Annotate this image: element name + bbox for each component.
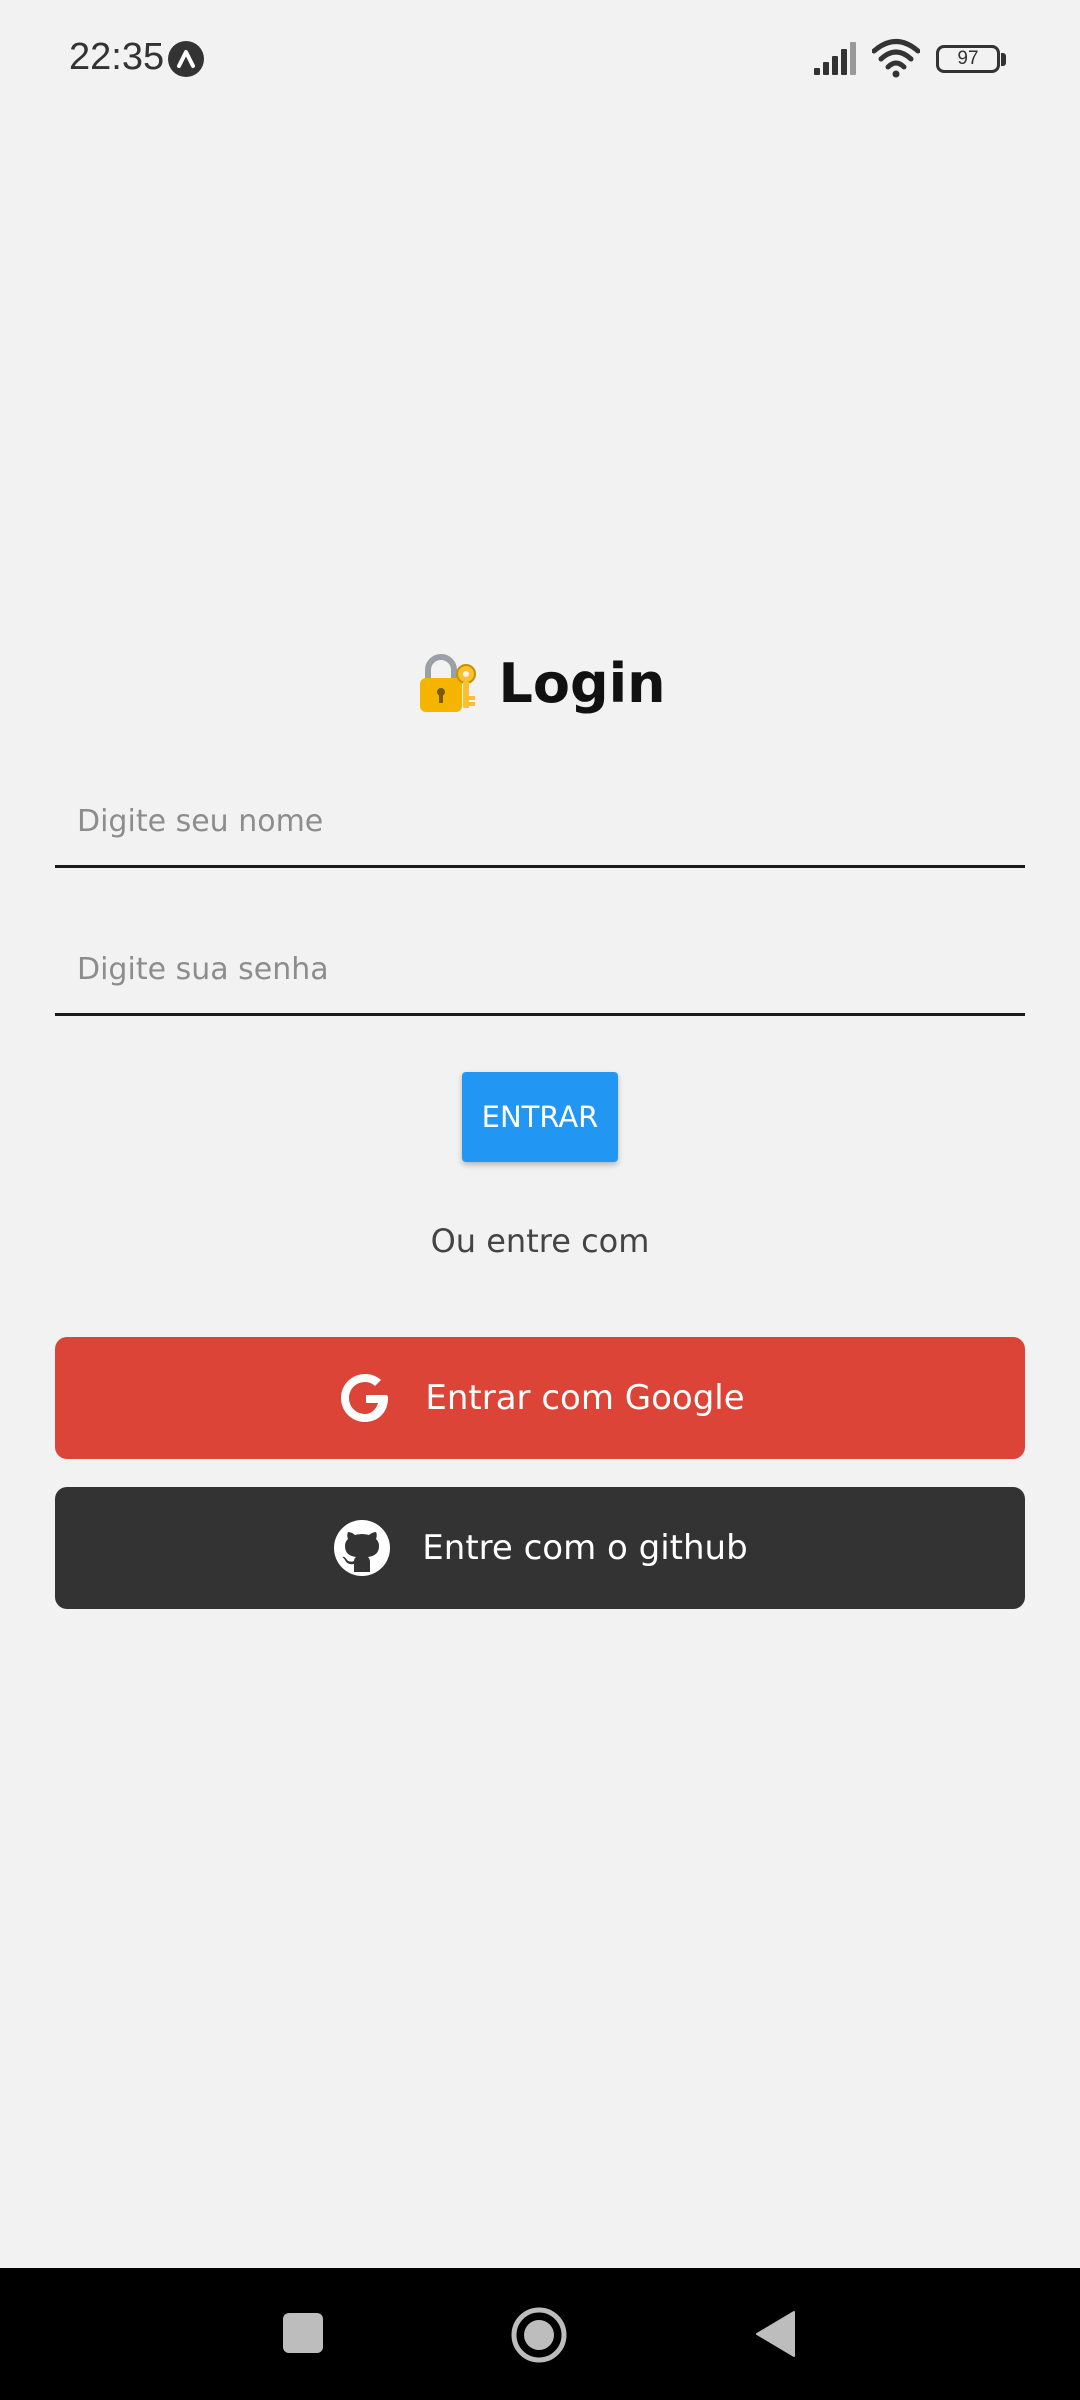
home-circle-icon[interactable]	[510, 2306, 568, 2364]
name-field[interactable]	[55, 778, 1025, 868]
status-bar: 22:35 97	[0, 0, 1080, 120]
github-icon	[334, 1520, 391, 1576]
password-field[interactable]	[55, 926, 1025, 1016]
github-login-button[interactable]: Entre com o github	[55, 1487, 1025, 1609]
signal-icon	[814, 42, 856, 75]
lock-with-key-icon	[420, 654, 477, 712]
page-title-text: Login	[498, 651, 666, 715]
back-triangle-icon[interactable]	[754, 2310, 796, 2358]
entrar-button[interactable]: ENTRAR	[462, 1072, 618, 1162]
google-login-button[interactable]: Entrar com Google	[55, 1337, 1025, 1459]
google-login-label: Entrar com Google	[425, 1378, 745, 1418]
recents-square-icon[interactable]	[282, 2312, 324, 2354]
page-title-wrap: Login	[0, 650, 1080, 720]
wifi-icon	[872, 39, 920, 78]
navigation-bar	[0, 2268, 1080, 2400]
battery-icon: 97	[936, 45, 1000, 73]
password-input[interactable]	[55, 926, 1025, 1013]
divider-text: Ou entre com	[430, 1222, 650, 1260]
github-login-label: Entre com o github	[422, 1528, 748, 1568]
a-badge-icon	[168, 41, 204, 77]
battery-level: 97	[957, 48, 979, 69]
status-time: 22:35	[69, 36, 165, 78]
battery-nub	[1001, 53, 1006, 66]
page-title: Login	[414, 650, 666, 716]
name-input[interactable]	[55, 778, 1025, 865]
google-icon	[341, 1374, 389, 1422]
